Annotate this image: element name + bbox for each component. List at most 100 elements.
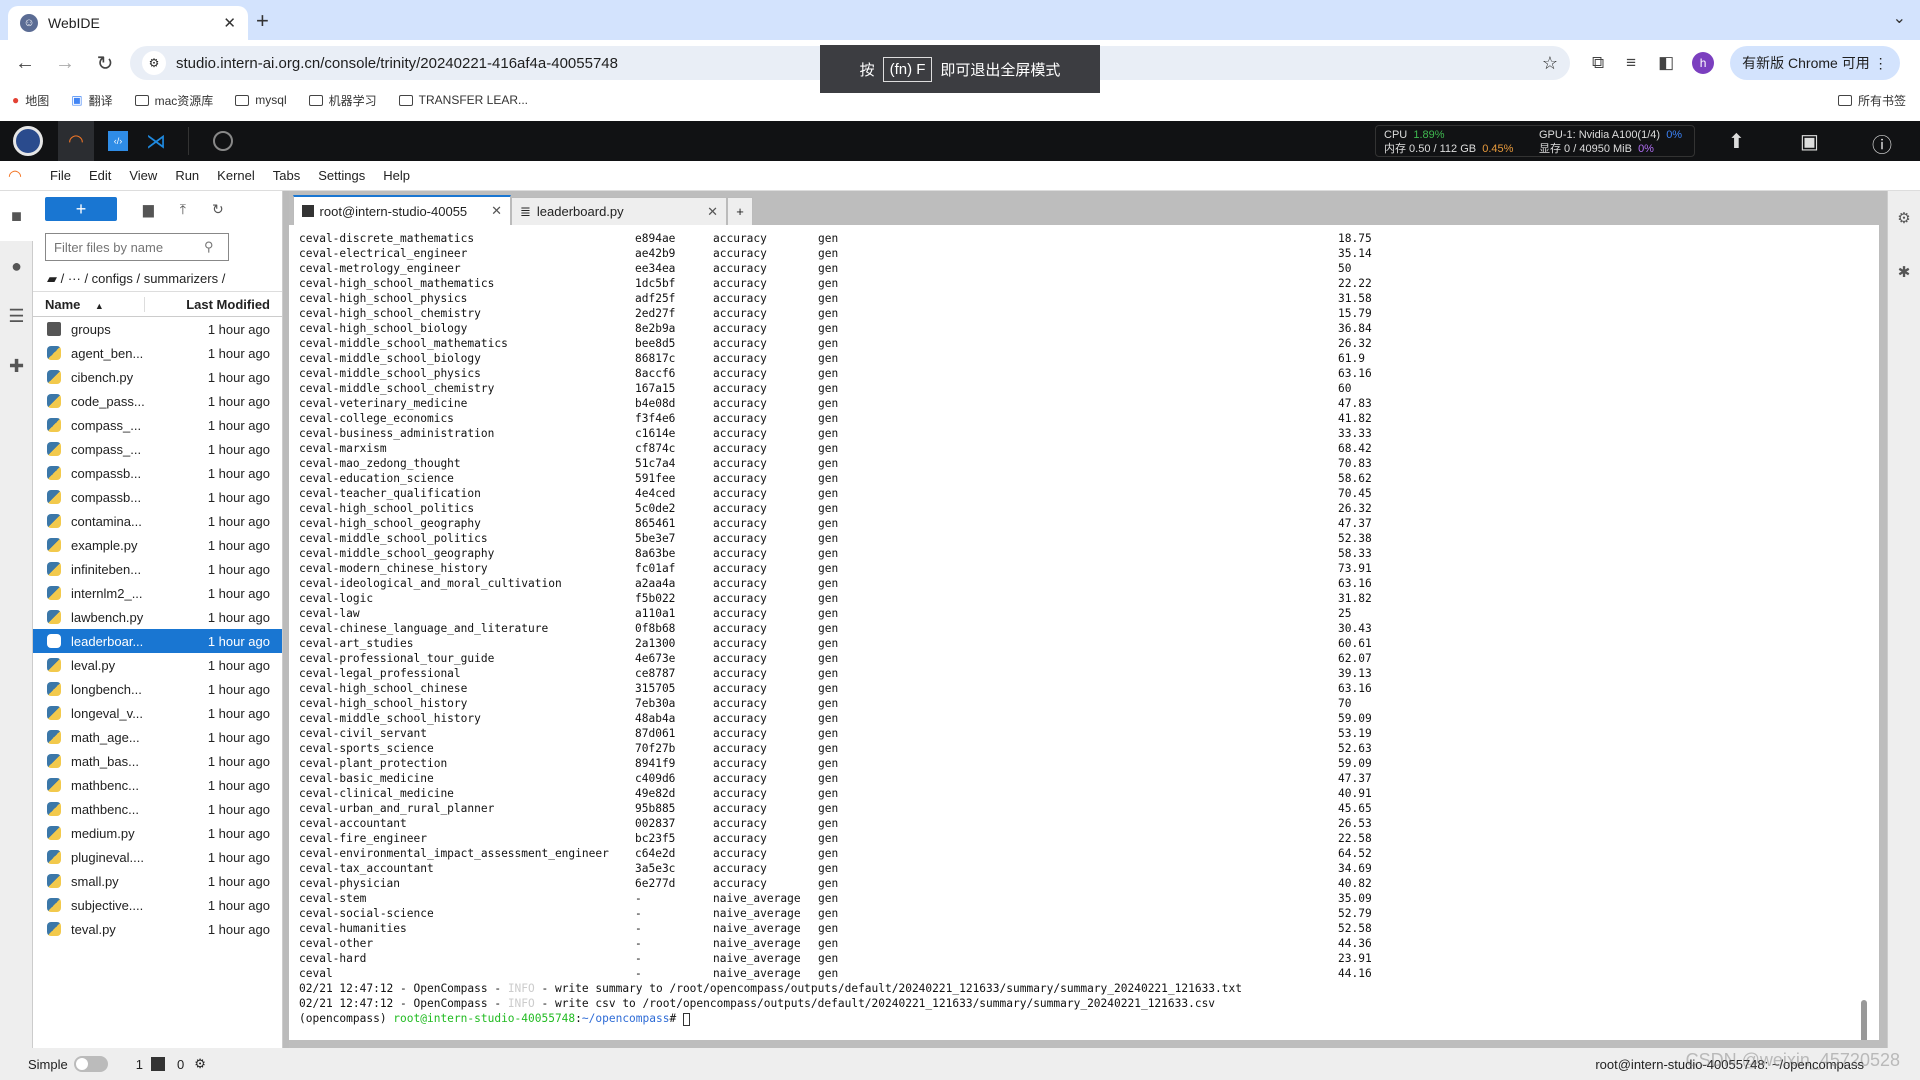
menu-settings[interactable]: Settings [318,168,365,183]
extensions-puzzle-icon[interactable]: ✚ [0,341,33,391]
tab-search-chevron-icon[interactable]: ⌄ [1893,8,1906,28]
kernels-count[interactable]: 0 [177,1057,184,1072]
file-row[interactable]: small.py 1 hour ago [33,869,282,893]
breadcrumb-path[interactable]: / ··· / configs / summarizers / [61,271,226,286]
jupyter-app-icon[interactable]: ◠ [58,121,94,161]
file-row[interactable]: leval.py 1 hour ago [33,653,282,677]
menu-kernel[interactable]: Kernel [217,168,255,183]
site-settings-icon[interactable]: ⚙ [142,51,166,75]
file-row[interactable]: compassb... 1 hour ago [33,461,282,485]
file-row[interactable]: subjective.... 1 hour ago [33,893,282,917]
file-row[interactable]: cibench.py 1 hour ago [33,365,282,389]
property-inspector-gears-icon[interactable]: ⚙ [1888,191,1920,245]
file-row[interactable]: longeval_v... 1 hour ago [33,701,282,725]
bookmark-star-icon[interactable]: ☆ [1542,53,1558,74]
code-app-icon[interactable]: ‹/› [108,131,128,151]
close-tab-icon[interactable]: ✕ [707,204,718,220]
bookmark-translate[interactable]: ▣ 翻译 [71,92,112,109]
side-panel-icon[interactable]: ◧ [1658,53,1674,73]
file-row[interactable]: longbench... 1 hour ago [33,677,282,701]
compass-icon[interactable] [213,131,233,151]
last-modified-column-header[interactable]: Last Modified [145,297,282,312]
menu-edit[interactable]: Edit [89,168,111,183]
toast-suffix: 即可退出全屏模式 [940,61,1061,79]
vscode-app-icon[interactable]: ⋊ [146,129,166,154]
file-name: mathbenc... [71,801,139,817]
file-row[interactable]: lawbench.py 1 hour ago [33,605,282,629]
extensions-icon[interactable]: ⧉ [1592,53,1604,73]
url-text[interactable]: studio.intern-ai.org.cn/console/trinity/… [176,55,618,72]
file-browser-folder-icon[interactable]: ■ [0,191,33,241]
metric-cell: accuracy [713,292,767,305]
info-icon[interactable]: ⓘ [1872,129,1892,158]
file-row[interactable]: compassb... 1 hour ago [33,485,282,509]
tensorflow-icon[interactable]: ⬆ [1728,129,1745,154]
add-tab-button[interactable]: + [727,197,753,225]
bookmark-folder[interactable]: mysql [235,93,287,107]
new-folder-icon[interactable]: ▆ [143,201,154,218]
file-row[interactable]: compass_... 1 hour ago [33,413,282,437]
dataset-cell: ceval-chinese_language_and_literature [299,622,549,635]
new-launcher-button[interactable]: + [45,197,117,221]
close-tab-icon[interactable]: ✕ [491,203,502,219]
file-row[interactable]: mathbenc... 1 hour ago [33,797,282,821]
file-row[interactable]: mathbenc... 1 hour ago [33,773,282,797]
file-row[interactable]: contamina... 1 hour ago [33,509,282,533]
python-file-icon [47,730,61,744]
name-column-header[interactable]: Name ▲ [33,296,145,312]
terminal-scrollbar[interactable] [1861,1000,1867,1040]
menu-view[interactable]: View [129,168,157,183]
media-control-icon[interactable]: ≡ [1626,53,1636,73]
file-row[interactable]: agent_ben... 1 hour ago [33,341,282,365]
terminals-count[interactable]: 1 [136,1057,143,1072]
file-row[interactable]: infiniteben... 1 hour ago [33,557,282,581]
file-row[interactable]: teval.py 1 hour ago [33,917,282,941]
metric-cell: accuracy [713,562,767,575]
file-row[interactable]: internlm2_... 1 hour ago [33,581,282,605]
shell-prompt[interactable]: (opencompass) root@intern-studio-4005574… [299,1011,1869,1026]
new-tab-button[interactable]: + [256,8,269,34]
file-row[interactable]: medium.py 1 hour ago [33,821,282,845]
dataset-cell: ceval-middle_school_chemistry [299,382,495,395]
bookmark-folder[interactable]: TRANSFER LEAR... [398,93,528,107]
chrome-update-button[interactable]: 有新版 Chrome 可用 ⋮ [1730,46,1900,80]
profile-avatar[interactable]: h [1692,52,1715,74]
file-row[interactable]: compass_... 1 hour ago [33,437,282,461]
bookmark-folder[interactable]: 机器学习 [308,92,377,109]
remote-desktop-icon[interactable]: ▣ [1800,129,1819,154]
reload-icon[interactable]: ↻ [90,51,120,76]
file-row[interactable]: math_bas... 1 hour ago [33,749,282,773]
menu-file[interactable]: File [50,168,71,183]
filter-files-input[interactable] [54,239,204,255]
menu-tabs[interactable]: Tabs [273,168,300,183]
simple-mode-toggle[interactable] [73,1056,108,1072]
file-row[interactable]: leaderboar... 1 hour ago [33,629,282,653]
file-row[interactable]: math_age... 1 hour ago [33,725,282,749]
running-sessions-icon[interactable]: ● [0,241,33,291]
all-bookmarks[interactable]: 所有书签 [1837,92,1906,109]
tab-leaderboard-py[interactable]: ≣ leaderboard.py ✕ [511,197,727,225]
table-of-contents-icon[interactable]: ☰ [0,291,33,341]
browser-tab[interactable]: ☺ WebIDE ✕ [8,6,248,40]
dataset-cell: ceval-middle_school_politics [299,532,488,545]
bookmark-folder[interactable]: mac资源库 [134,92,213,109]
forward-icon[interactable]: → [50,52,80,75]
debugger-bug-icon[interactable]: ✱ [1888,245,1920,299]
terminal-output[interactable]: ceval-discrete_mathematics e894ae accuracy… [289,225,1879,1040]
upload-icon[interactable]: ⤒ [180,201,186,218]
home-folder-icon[interactable]: ▰ [47,271,57,286]
file-row[interactable]: groups 1 hour ago [33,317,282,341]
file-row[interactable]: plugineval.... 1 hour ago [33,845,282,869]
summary-row: ceval-education_science 591fee accuracy gen… [299,471,1869,486]
refresh-icon[interactable]: ↻ [212,201,224,218]
file-row[interactable]: code_pass... 1 hour ago [33,389,282,413]
file-row[interactable]: example.py 1 hour ago [33,533,282,557]
bookmark-maps[interactable]: ● 地图 [12,92,49,109]
close-tab-icon[interactable]: ✕ [223,14,236,32]
tab-terminal[interactable]: root@intern-studio-40055 ✕ [293,195,511,225]
filter-files-box[interactable]: ⚲ [45,233,229,261]
back-icon[interactable]: ← [10,52,40,75]
menu-run[interactable]: Run [175,168,199,183]
menu-help[interactable]: Help [383,168,410,183]
intern-logo[interactable] [8,121,48,161]
